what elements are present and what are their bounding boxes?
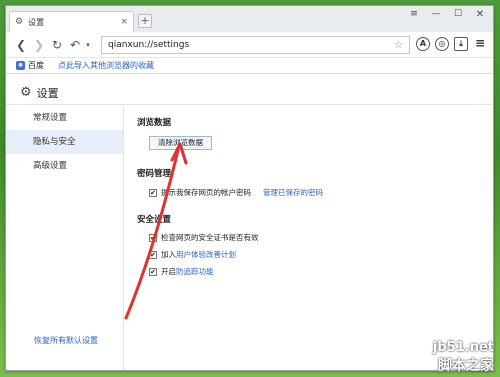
save-password-label: 提示我保存网页的帐户密码 [161, 188, 251, 197]
anti-tracking-prefix: 开启 [161, 267, 176, 276]
security-section: 安全设置 ✔ 检查网页的安全证书是否有效 ✔ 加入 用户体验改善计划 ✔ 开启 防追… [137, 213, 493, 280]
browsing-data-title: 浏览数据 [137, 118, 172, 128]
import-bookmarks-link[interactable]: 点此导入其他浏览器的收藏 [58, 60, 154, 71]
page-header: ⚙ 设置 [6, 81, 493, 105]
page-title: 设置 [36, 86, 59, 100]
address-bar[interactable]: qianxun://settings ☆ [101, 36, 410, 54]
security-title: 安全设置 [137, 215, 172, 225]
restore-defaults-link[interactable]: 恢复所有默认设置 [34, 335, 98, 346]
new-tab-button[interactable]: + [138, 14, 152, 28]
maximize-icon[interactable]: ☐ [447, 6, 469, 24]
browsing-data-section: 浏览数据 清除浏览数据 [137, 116, 493, 150]
bookmarks-bar: ✽ 百度 点此导入其他浏览器的收藏 [6, 58, 493, 74]
ux-plan-prefix: 加入 [161, 250, 176, 259]
browser-window: ⚙ 设置 × + ≡ — ☐ ✕ ❮ ❯ ↻ ↶ ▾ qianxun://set… [5, 5, 494, 371]
manage-passwords-link[interactable]: 管理已保存的密码 [263, 187, 323, 198]
title-bar: ⚙ 设置 × + ≡ — ☐ ✕ [6, 6, 493, 32]
sidebar: 常规设置 隐私与安全 高级设置 恢复所有默认设置 [6, 106, 124, 370]
clear-browsing-data-button[interactable]: 清除浏览数据 [149, 136, 212, 150]
bookmark-baidu-label: 百度 [28, 61, 44, 70]
cert-check-label: 检查网页的安全证书是否有效 [161, 233, 259, 242]
password-title: 密码管理 [137, 169, 172, 179]
sidebar-item-general[interactable]: 常规设置 [6, 106, 123, 130]
anti-tracking-row: ✔ 开启 防追踪功能 [149, 263, 493, 280]
forward-icon[interactable]: ❯ [30, 38, 48, 52]
toolbar-actions: A ◎ ⤓ ≡ [416, 37, 487, 51]
ux-plan-link[interactable]: 用户体验改善计划 [176, 249, 236, 260]
sidebar-item-privacy[interactable]: 隐私与安全 [6, 130, 123, 154]
save-password-row: ✔ 提示我保存网页的帐户密码 管理已保存的密码 [149, 184, 493, 201]
undo-icon[interactable]: ↶ [66, 38, 84, 52]
cert-check-checkbox[interactable]: ✔ [149, 233, 157, 242]
adblock-icon[interactable]: A [416, 37, 430, 51]
save-password-checkbox[interactable]: ✔ [149, 188, 157, 197]
settings-content: 浏览数据 清除浏览数据 密码管理 ✔ 提示我保存网页的帐户密码 管理已保存的密码… [137, 116, 493, 370]
watermark-site: jb51.net [432, 340, 494, 355]
ux-plan-checkbox[interactable]: ✔ [149, 250, 157, 259]
bookmark-baidu[interactable]: ✽ 百度 [16, 60, 44, 71]
watermark-name: 脚本之家 [438, 358, 494, 374]
tab-settings[interactable]: ⚙ 设置 × [9, 11, 134, 32]
baidu-icon: ✽ [16, 61, 25, 70]
gear-icon: ⚙ [15, 17, 24, 27]
tab-title: 设置 [28, 17, 45, 27]
back-icon[interactable]: ❮ [12, 38, 30, 52]
menu-icon[interactable]: ≡ [403, 6, 425, 24]
minimize-icon[interactable]: — [425, 6, 447, 24]
main-menu-icon[interactable]: ≡ [473, 37, 487, 51]
anti-tracking-link[interactable]: 防追踪功能 [176, 266, 214, 277]
ux-plan-row: ✔ 加入 用户体验改善计划 [149, 246, 493, 263]
download-icon[interactable]: ⤓ [454, 37, 468, 51]
watermark: jb51.net 脚本之家 [433, 340, 494, 375]
close-window-icon[interactable]: ✕ [469, 6, 491, 24]
toolbar: ❮ ❯ ↻ ↶ ▾ qianxun://settings ☆ A ◎ ⤓ ≡ [6, 32, 493, 58]
refresh-icon[interactable]: ↻ [48, 38, 66, 52]
settings-gear-icon: ⚙ [20, 85, 32, 100]
address-input[interactable]: qianxun://settings [108, 40, 394, 50]
close-icon[interactable]: × [120, 17, 128, 27]
cert-check-row: ✔ 检查网页的安全证书是否有效 [149, 229, 493, 246]
chevron-down-icon[interactable]: ▾ [84, 41, 92, 49]
star-icon[interactable]: ☆ [394, 40, 403, 51]
sidebar-item-advanced[interactable]: 高级设置 [6, 154, 123, 178]
window-controls: ≡ — ☐ ✕ [403, 6, 491, 24]
password-section: 密码管理 ✔ 提示我保存网页的帐户密码 管理已保存的密码 [137, 167, 493, 201]
anti-tracking-checkbox[interactable]: ✔ [149, 267, 157, 276]
sync-icon[interactable]: ◎ [435, 37, 449, 51]
